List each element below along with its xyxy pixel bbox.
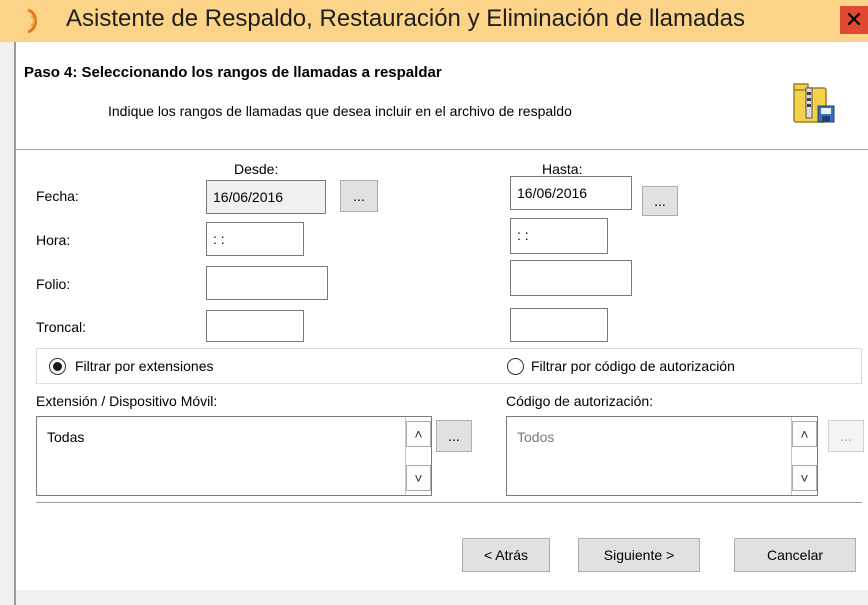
scroll-down-button[interactable]: ˅: [406, 465, 431, 491]
hora-to-field[interactable]: : :: [510, 218, 608, 254]
hora-label: Hora:: [36, 232, 71, 248]
filter-auth-code-label[interactable]: Filtrar por código de autorización: [531, 358, 735, 374]
auth-code-picker-button: ...: [828, 420, 864, 452]
wizard-content: Desde: Hasta: Fecha: 16/06/2016 ... 16/0…: [14, 150, 868, 605]
step-title: Paso 4: Seleccionando los rangos de llam…: [24, 64, 442, 81]
next-button[interactable]: Siguiente >: [578, 538, 700, 572]
title-bar: Asistente de Respaldo, Restauración y El…: [0, 0, 868, 42]
wizard-header: Paso 4: Seleccionando los rangos de llam…: [14, 42, 868, 150]
window-title: Asistente de Respaldo, Restauración y El…: [66, 5, 746, 32]
extensions-scrollbar[interactable]: ˄ ˅: [405, 417, 431, 495]
list-item: Todos: [517, 429, 555, 445]
folio-label: Folio:: [36, 276, 71, 292]
fecha-to-picker-button[interactable]: ...: [642, 186, 678, 216]
back-button[interactable]: < Atrás: [462, 538, 550, 572]
fecha-from-field[interactable]: 16/06/2016: [206, 180, 326, 214]
hora-from-field[interactable]: : :: [206, 222, 304, 256]
status-strip: [16, 590, 868, 605]
auth-code-listbox: Todos ˄ ˅: [506, 416, 818, 496]
radio-selected-dot: [53, 362, 62, 371]
filter-extensions-label[interactable]: Filtrar por extensiones: [75, 358, 214, 374]
filter-mode-group: Filtrar por extensiones Filtrar por códi…: [36, 348, 862, 384]
troncal-label: Troncal:: [36, 319, 87, 335]
separator: [36, 502, 862, 503]
scroll-up-button[interactable]: ˄: [406, 421, 431, 447]
close-button[interactable]: ✕: [840, 6, 868, 34]
step-description: Indique los rangos de llamadas que desea…: [108, 103, 572, 119]
cancel-button[interactable]: Cancelar: [734, 538, 856, 572]
troncal-to-field[interactable]: [510, 308, 608, 342]
scroll-down-button: ˅: [792, 465, 817, 491]
fecha-from-picker-button[interactable]: ...: [340, 180, 378, 212]
auth-code-scrollbar: ˄ ˅: [791, 417, 817, 495]
fecha-to-field[interactable]: 16/06/2016: [510, 176, 632, 210]
folio-from-field[interactable]: [206, 266, 328, 300]
troncal-from-field[interactable]: [206, 310, 304, 342]
extensions-label: Extensión / Dispositivo Móvil:: [36, 393, 218, 409]
to-column-label: Hasta:: [542, 161, 583, 177]
auth-code-label: Código de autorización:: [506, 393, 654, 409]
from-column-label: Desde:: [234, 161, 279, 177]
fecha-label: Fecha:: [36, 188, 79, 204]
scroll-up-button: ˄: [792, 421, 817, 447]
filter-extensions-radio[interactable]: [49, 358, 66, 375]
extensions-picker-button[interactable]: ...: [436, 420, 472, 452]
filter-auth-code-radio[interactable]: [507, 358, 524, 375]
extensions-listbox[interactable]: Todas ˄ ˅: [36, 416, 432, 496]
backup-archive-icon: [793, 83, 835, 123]
app-logo-icon: [27, 8, 37, 34]
list-item[interactable]: Todas: [47, 429, 84, 445]
folio-to-field[interactable]: [510, 260, 632, 296]
close-icon: ✕: [844, 7, 864, 32]
